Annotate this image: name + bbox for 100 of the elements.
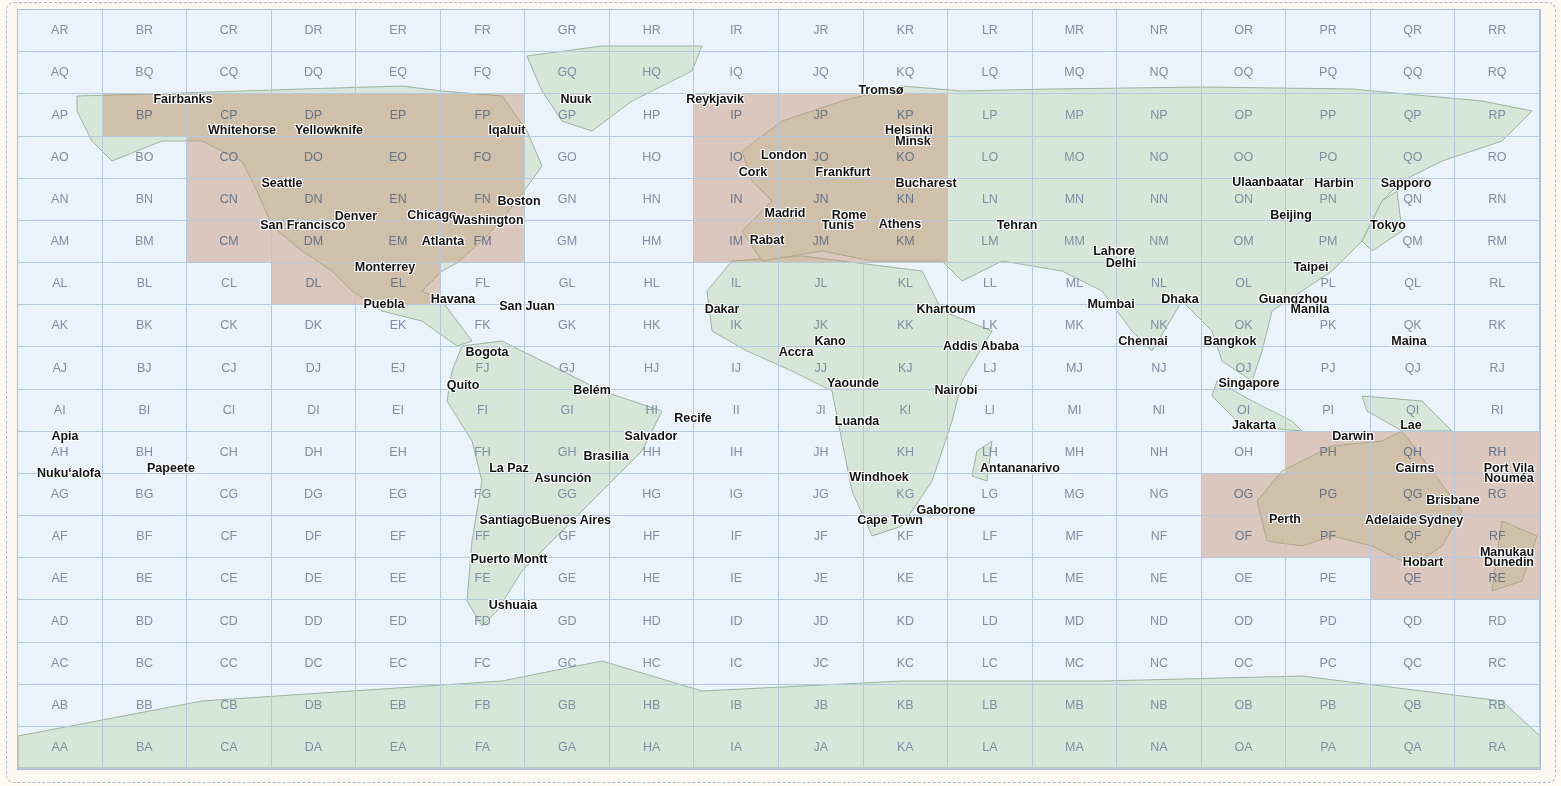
grid-cell: RM bbox=[1455, 220, 1540, 263]
grid-cell: IC bbox=[694, 642, 779, 685]
grid-cell: ME bbox=[1032, 558, 1118, 601]
city-label: Guangzhou bbox=[1258, 293, 1328, 307]
grid-cell: NH bbox=[1117, 431, 1202, 474]
grid-cell: MI bbox=[1032, 389, 1118, 432]
city-label: Bangkok bbox=[1203, 335, 1257, 349]
grid-cell: HJ bbox=[609, 347, 695, 390]
grid-cell: DD bbox=[271, 600, 357, 643]
city-label: Whitehorse bbox=[207, 124, 277, 139]
grid-cell: ED bbox=[356, 600, 441, 643]
grid-cell: RD bbox=[1455, 600, 1540, 643]
city-label: Boston bbox=[497, 195, 541, 209]
grid-cell: OM bbox=[1201, 220, 1287, 263]
grid-cell: HN bbox=[609, 178, 695, 221]
grid-cell: JE bbox=[779, 558, 864, 601]
grid-cell: QC bbox=[1370, 642, 1456, 685]
grid-cell: PC bbox=[1286, 642, 1371, 685]
grid-cell: EO bbox=[356, 136, 441, 179]
grid-cell: NI bbox=[1117, 389, 1202, 432]
grid-cell: LA bbox=[948, 726, 1033, 769]
grid-cell: EJ bbox=[356, 347, 441, 390]
city-label: Madrid bbox=[764, 207, 806, 221]
grid-cell: LB bbox=[948, 684, 1033, 727]
grid-cell: MJ bbox=[1032, 347, 1118, 390]
grid-cell: GC bbox=[525, 642, 610, 685]
grid-cell: HB bbox=[609, 684, 695, 727]
grid-cell: GO bbox=[525, 136, 610, 179]
grid-cell: FG bbox=[440, 473, 526, 516]
grid-cell: DB bbox=[271, 684, 357, 727]
grid-cell: BB bbox=[102, 684, 188, 727]
grid-cell: RO bbox=[1455, 136, 1540, 179]
city-label: Adelaide bbox=[1364, 514, 1418, 529]
grid-cell: DE bbox=[271, 558, 357, 601]
grid-cell: PJ bbox=[1286, 347, 1371, 390]
city-label: Dakar bbox=[704, 303, 740, 318]
grid-cell: MC bbox=[1032, 642, 1118, 685]
grid-cell: PR bbox=[1286, 10, 1371, 53]
city-label: Darwin bbox=[1332, 430, 1374, 444]
city-label: Brasilia bbox=[583, 450, 629, 464]
grid-cell: JC bbox=[779, 642, 864, 685]
grid-cell: HQ bbox=[609, 52, 695, 95]
grid-cell: AA bbox=[18, 726, 103, 769]
city-label: Tehran bbox=[996, 219, 1038, 233]
grid-cell: MG bbox=[1032, 473, 1118, 516]
grid-cell: DO bbox=[271, 136, 357, 179]
city-label: Salvador bbox=[624, 430, 678, 444]
grid-cell: LQ bbox=[948, 52, 1033, 95]
grid-cell: HO bbox=[609, 136, 695, 179]
grid-cell: CL bbox=[187, 263, 272, 306]
grid-cell: IG bbox=[694, 473, 779, 516]
grid-cell: MF bbox=[1032, 516, 1118, 559]
city-label: London bbox=[761, 149, 807, 163]
grid-cell: DA bbox=[271, 726, 357, 769]
grid-cell: AI bbox=[18, 389, 103, 432]
grid-cell: BD bbox=[102, 600, 188, 643]
grid-cell: LO bbox=[948, 136, 1033, 179]
grid-cell: PD bbox=[1286, 600, 1371, 643]
city-label: Gaborone bbox=[916, 503, 976, 517]
city-label: Recife bbox=[674, 412, 712, 426]
grid-cell: NE bbox=[1117, 558, 1202, 601]
grid-cell: DH bbox=[271, 431, 357, 474]
city-label: Monterrey bbox=[354, 261, 416, 276]
grid-cell: QJ bbox=[1370, 347, 1456, 390]
city-label: Tokyo bbox=[1370, 219, 1406, 233]
grid-cell: BL bbox=[102, 263, 188, 306]
grid-cell: NN bbox=[1117, 178, 1202, 221]
grid-cell: JA bbox=[779, 726, 864, 769]
grid-cell: RQ bbox=[1455, 52, 1540, 95]
grid-cell: MB bbox=[1032, 684, 1118, 727]
grid-cell: AB bbox=[18, 684, 103, 727]
city-label: Taipei bbox=[1293, 261, 1329, 276]
grid-cell: HG bbox=[609, 473, 695, 516]
city-label: Lae bbox=[1400, 419, 1422, 434]
grid-cell: BR bbox=[102, 10, 188, 53]
grid-cell: QR bbox=[1370, 10, 1456, 53]
grid-cell: BF bbox=[102, 516, 188, 559]
grid-cell: DF bbox=[271, 516, 357, 559]
grid-cell: HE bbox=[609, 558, 695, 601]
grid-cell: FQ bbox=[440, 52, 526, 95]
grid-cell: CA bbox=[187, 726, 272, 769]
grid-cell: IE bbox=[694, 558, 779, 601]
grid-cell: GR bbox=[525, 10, 610, 53]
grid-cell: CG bbox=[187, 473, 272, 516]
grid-cell: AE bbox=[18, 558, 103, 601]
grid-cell: EQ bbox=[356, 52, 441, 95]
grid-cell: NG bbox=[1117, 473, 1202, 516]
grid-cell: JB bbox=[779, 684, 864, 727]
grid-cell: CI bbox=[187, 389, 272, 432]
grid-cell: CK bbox=[187, 305, 272, 348]
city-label: Jakarta bbox=[1232, 419, 1276, 434]
grid-cell: MQ bbox=[1032, 52, 1118, 95]
city-label: Seattle bbox=[261, 177, 303, 191]
grid-cell: NJ bbox=[1117, 347, 1202, 390]
grid-cell: HM bbox=[609, 220, 695, 263]
city-label: Minsk bbox=[895, 134, 931, 149]
grid-cell: JP bbox=[779, 94, 864, 137]
grid-cell: GA bbox=[525, 726, 610, 769]
city-label: Apia bbox=[51, 430, 79, 444]
grid-cell: IQ bbox=[694, 52, 779, 95]
